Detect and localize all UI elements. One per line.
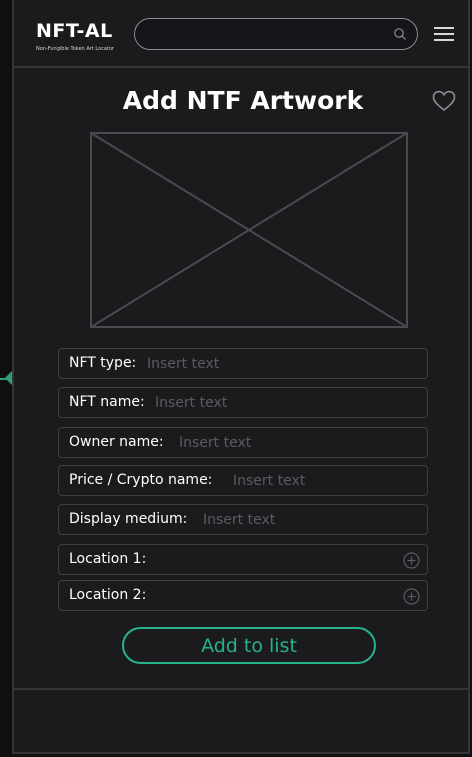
search-bar[interactable] — [134, 18, 418, 50]
field-label: Owner name: — [69, 434, 164, 450]
field-label: NFT type: — [69, 355, 137, 371]
footer-divider — [14, 688, 468, 690]
price-crypto-input[interactable] — [233, 472, 417, 490]
image-placeholder-icon[interactable] — [90, 132, 408, 328]
location-2-field[interactable]: Location 2: — [58, 580, 428, 611]
app-logo[interactable]: NFT-AL — [36, 20, 113, 42]
nft-name-field[interactable]: NFT name: — [58, 387, 428, 418]
search-input[interactable] — [149, 25, 383, 45]
field-label: Display medium: — [69, 511, 188, 527]
app-tagline: Non-Fungible Token Art Locator — [36, 46, 114, 52]
field-label: Location 2: — [69, 587, 147, 603]
nft-name-input[interactable] — [155, 394, 417, 412]
plus-circle-icon[interactable] — [403, 588, 420, 605]
field-label: NFT name: — [69, 394, 145, 410]
nft-type-field[interactable]: NFT type: — [58, 348, 428, 379]
display-medium-field[interactable]: Display medium: — [58, 504, 428, 535]
heart-icon[interactable] — [432, 90, 456, 112]
hamburger-menu-icon[interactable] — [434, 26, 454, 42]
nft-type-input[interactable] — [147, 355, 417, 373]
plus-circle-icon[interactable] — [403, 552, 420, 569]
search-icon[interactable] — [393, 27, 407, 41]
field-label: Location 1: — [69, 551, 147, 567]
owner-name-input[interactable] — [179, 434, 417, 452]
display-medium-input[interactable] — [203, 511, 417, 529]
owner-name-field[interactable]: Owner name: — [58, 427, 428, 458]
price-crypto-field[interactable]: Price / Crypto name: — [58, 465, 428, 496]
add-to-list-button[interactable]: Add to list — [122, 627, 376, 664]
phone-frame: NFT-AL Non-Fungible Token Art Locator Ad… — [12, 0, 470, 754]
app-header: NFT-AL Non-Fungible Token Art Locator — [14, 0, 468, 68]
location-1-field[interactable]: Location 1: — [58, 544, 428, 575]
page-title: Add NTF Artwork — [122, 86, 364, 115]
field-label: Price / Crypto name: — [69, 472, 213, 488]
